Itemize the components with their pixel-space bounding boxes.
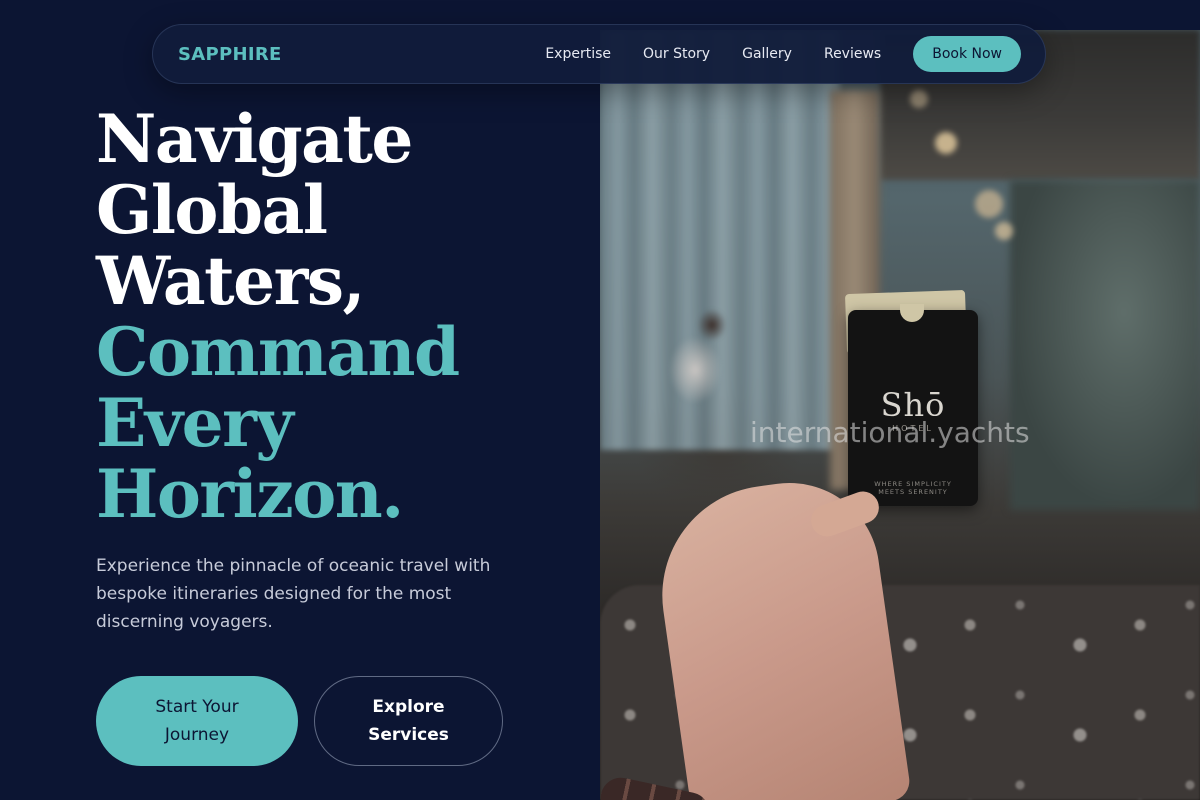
photo-person: [640, 300, 750, 500]
hero-photo: Shō HOTEL WHERE SIMPLICITY MEETS SERENIT…: [600, 30, 1200, 800]
hero-subtext: Experience the pinnacle of oceanic trave…: [96, 556, 491, 632]
nav-link-expertise[interactable]: Expertise: [545, 46, 611, 62]
book-now-button[interactable]: Book Now: [913, 36, 1021, 72]
start-journey-button[interactable]: Start Your Journey: [96, 676, 298, 766]
nav-link-reviews[interactable]: Reviews: [824, 46, 881, 62]
photo-light: [910, 90, 928, 108]
nav-link-gallery[interactable]: Gallery: [742, 46, 792, 62]
keycard-notch: [900, 304, 924, 322]
top-navbar: SAPPHIRE Expertise Our Story Gallery Rev…: [152, 24, 1046, 84]
brand-logo[interactable]: SAPPHIRE: [178, 44, 282, 65]
photo-light: [995, 222, 1013, 240]
photo-light: [935, 132, 957, 154]
photo-light: [975, 190, 1003, 218]
photo-watermark: international.yachts: [750, 416, 1030, 449]
headline-accent-line: Command: [96, 313, 460, 391]
nav-link-our-story[interactable]: Our Story: [643, 46, 710, 62]
photo-keycard: Shō HOTEL WHERE SIMPLICITY MEETS SERENIT…: [848, 304, 978, 506]
headline-line: Navigate: [96, 100, 413, 178]
photo-hand: [648, 471, 912, 800]
headline-accent-line: Every: [96, 384, 294, 462]
headline-line: Waters,: [96, 242, 366, 320]
headline-line: Global: [96, 171, 328, 249]
headline-accent-line: Horizon.: [96, 455, 404, 533]
nav-links: Expertise Our Story Gallery Reviews Book…: [545, 36, 1021, 72]
landing-page: Shō HOTEL WHERE SIMPLICITY MEETS SERENIT…: [0, 0, 1200, 800]
photo-background-wall: [1010, 180, 1200, 510]
explore-services-button[interactable]: Explore Services: [314, 676, 503, 766]
hero-headline: Navigate Global Waters, Command Every Ho…: [96, 100, 460, 533]
